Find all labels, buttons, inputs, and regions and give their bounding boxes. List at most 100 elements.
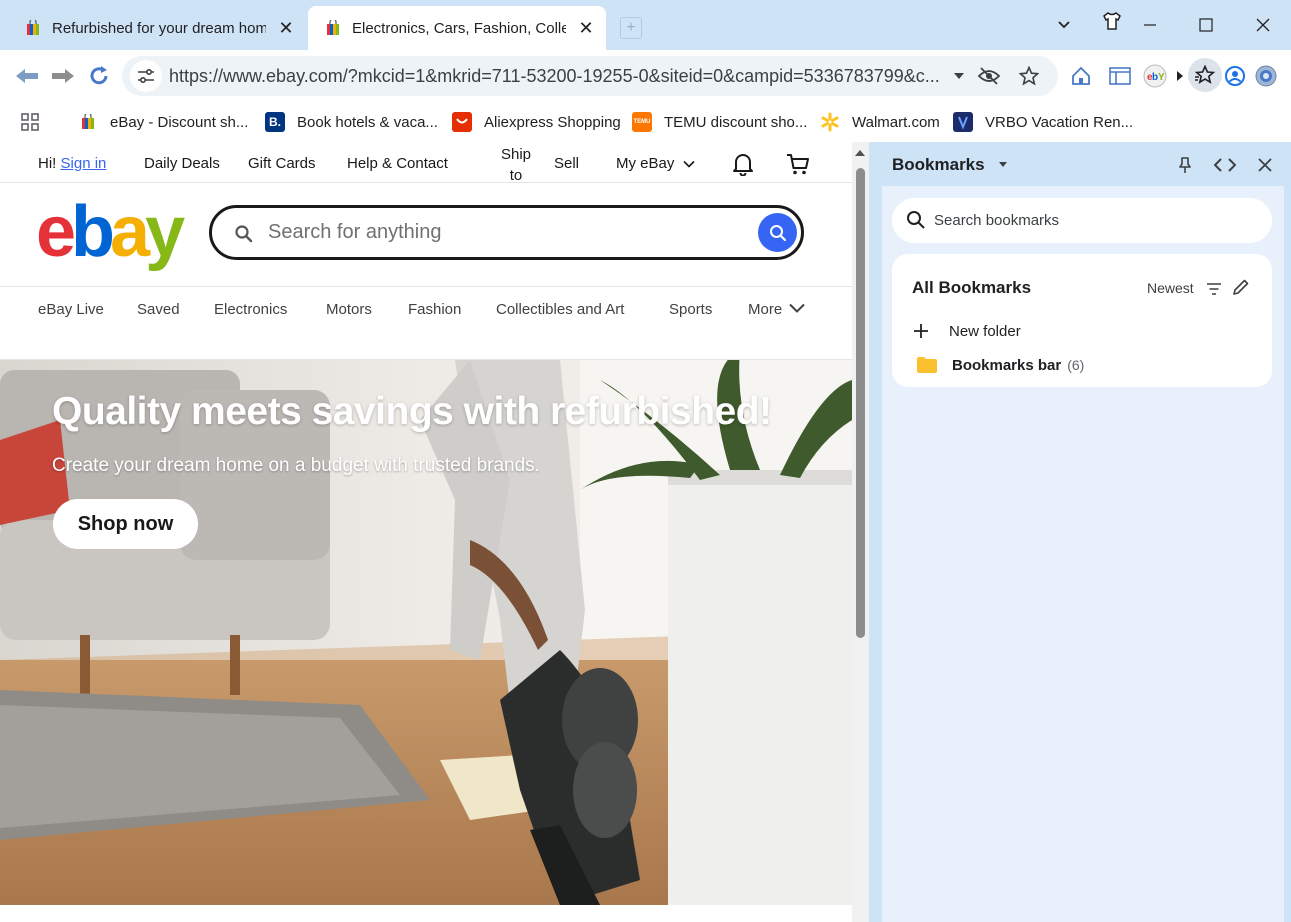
logo-letter-b: b xyxy=(71,192,115,272)
bookmark-star-icon[interactable] xyxy=(1016,64,1042,88)
sort-dropdown[interactable]: Newest xyxy=(1147,280,1222,296)
close-panel-icon[interactable] xyxy=(1252,152,1278,178)
tab-ebay-home[interactable]: Electronics, Cars, Fashion, Collect ✕ xyxy=(308,6,606,50)
bookmark-aliexpress[interactable]: Aliexpress Shopping xyxy=(452,110,621,134)
cart-icon[interactable] xyxy=(786,152,810,180)
my-ebay-menu[interactable]: My eBay xyxy=(616,155,695,172)
browser-toolbar: https://www.ebay.com/?mkcid=1&mkrid=711-… xyxy=(0,50,1291,102)
close-window-icon[interactable] xyxy=(1246,8,1280,42)
bookmark-label: Aliexpress Shopping xyxy=(484,113,621,131)
aliexpress-icon xyxy=(452,112,472,132)
page-scrollbar[interactable] xyxy=(852,142,869,922)
edit-pencil-icon[interactable] xyxy=(1232,278,1250,301)
ebay-bag-icon xyxy=(326,18,340,36)
home-icon[interactable] xyxy=(1067,62,1095,90)
ebay-bag-icon xyxy=(26,18,40,36)
bookmarks-search-input[interactable]: Search bookmarks xyxy=(892,198,1272,243)
bookmark-label: Walmart.com xyxy=(852,113,940,131)
back-arrow-icon[interactable] xyxy=(12,62,42,90)
shirt-icon[interactable] xyxy=(1095,4,1129,38)
bookmark-walmart[interactable]: Walmart.com xyxy=(820,110,940,134)
gift-cards-link[interactable]: Gift Cards xyxy=(248,155,316,172)
logo-letter-a: a xyxy=(110,192,150,272)
minimize-icon[interactable] xyxy=(1133,8,1167,42)
bookmark-label: TEMU discount sho... xyxy=(664,113,808,131)
category-more[interactable]: More xyxy=(748,301,806,318)
plus-icon xyxy=(914,324,928,338)
bookmarks-side-panel: Bookmarks Search bookmarks All Bookmarks… xyxy=(870,142,1291,922)
bell-icon[interactable] xyxy=(732,152,754,180)
reading-mode-icon[interactable] xyxy=(1106,62,1134,90)
shop-now-button[interactable]: Shop now xyxy=(53,499,198,549)
search-icon xyxy=(906,210,926,235)
site-settings-icon[interactable] xyxy=(130,60,162,92)
dropdown-arrow-icon[interactable] xyxy=(946,64,972,88)
category-fashion[interactable]: Fashion xyxy=(408,301,461,318)
settings-gear-icon[interactable] xyxy=(1252,62,1280,90)
bookmarks-panel-icon[interactable] xyxy=(1188,58,1222,92)
daily-deals-link[interactable]: Daily Deals xyxy=(144,155,220,172)
vrbo-icon xyxy=(953,112,973,132)
bookmark-ebay[interactable]: eBay - Discount sh... xyxy=(78,110,248,134)
ebay-logo[interactable]: ebay xyxy=(36,196,185,268)
bookmark-booking[interactable]: B. Book hotels & vaca... xyxy=(265,110,438,134)
apps-grid-icon[interactable] xyxy=(20,110,40,134)
bookmark-label: VRBO Vacation Ren... xyxy=(985,113,1134,131)
new-tab-button[interactable]: + xyxy=(620,17,642,39)
help-contact-link[interactable]: Help & Contact xyxy=(347,155,448,172)
forward-arrow-icon[interactable] xyxy=(48,62,78,90)
address-bar[interactable]: https://www.ebay.com/?mkcid=1&mkrid=711-… xyxy=(122,56,1058,96)
bookmarks-bar-folder[interactable]: Bookmarks bar (6) xyxy=(916,354,1084,376)
hero-banner[interactable]: Quality meets savings with refurbished! … xyxy=(0,360,852,905)
svg-text:Y: Y xyxy=(1158,72,1165,83)
chevron-down-icon xyxy=(682,160,695,168)
category-sports[interactable]: Sports xyxy=(669,301,712,318)
ship-to-line2: to xyxy=(509,167,523,184)
category-saved[interactable]: Saved xyxy=(137,301,180,318)
reload-icon[interactable] xyxy=(84,62,114,90)
pin-icon[interactable] xyxy=(1172,152,1198,178)
bookmark-label: eBay - Discount sh... xyxy=(110,113,249,131)
sell-link[interactable]: Sell xyxy=(554,155,579,172)
maximize-icon[interactable] xyxy=(1189,8,1223,42)
scrollbar-thumb[interactable] xyxy=(856,168,865,638)
tab-search-chevron-icon[interactable] xyxy=(1047,8,1081,42)
more-label: More xyxy=(748,301,783,318)
code-view-icon[interactable] xyxy=(1212,152,1238,178)
sign-in-link[interactable]: Sign in xyxy=(61,155,107,172)
ebay-top-nav: Hi! Sign in Daily Deals Gift Cards Help … xyxy=(0,142,852,186)
bookmark-temu[interactable]: TEMU TEMU discount sho... xyxy=(632,110,807,134)
panel-switcher-caret-icon[interactable] xyxy=(999,162,1007,167)
all-bookmarks-card: All Bookmarks Newest New folder Bookmark… xyxy=(892,254,1272,387)
side-panel-title[interactable]: Bookmarks xyxy=(892,155,985,175)
new-folder-button[interactable]: New folder xyxy=(914,320,1021,342)
scroll-up-arrow-icon[interactable] xyxy=(855,150,865,156)
bookmarks-search-placeholder: Search bookmarks xyxy=(934,212,1060,229)
category-ebay-live[interactable]: eBay Live xyxy=(38,301,104,318)
category-electronics[interactable]: Electronics xyxy=(214,301,287,318)
category-collectibles-art[interactable]: Collectibles and Art xyxy=(496,301,624,318)
walmart-spark-icon xyxy=(820,112,840,132)
search-button[interactable] xyxy=(758,213,797,252)
logo-letter-y: y xyxy=(145,192,185,272)
ebay-extension-icon[interactable]: ebY xyxy=(1141,62,1169,90)
url-text[interactable]: https://www.ebay.com/?mkcid=1&mkrid=711-… xyxy=(169,66,941,87)
ship-to-button[interactable]: Ship to xyxy=(500,144,532,186)
close-tab-icon[interactable]: ✕ xyxy=(576,18,596,38)
tab-refurbished[interactable]: Refurbished for your dream hom ✕ xyxy=(0,6,306,50)
category-motors[interactable]: Motors xyxy=(326,301,372,318)
extensions-arrow-icon[interactable] xyxy=(1173,62,1187,90)
greeting-text: Hi! xyxy=(38,155,57,172)
folder-name: Bookmarks bar xyxy=(952,356,1062,374)
ebay-search-input[interactable]: Search for anything xyxy=(209,205,804,260)
temu-icon: TEMU xyxy=(632,112,652,132)
profile-icon[interactable] xyxy=(1221,62,1249,90)
greeting: Hi! Sign in xyxy=(38,155,106,172)
tab-strip: Refurbished for your dream hom ✕ Electro… xyxy=(0,0,1291,50)
bookmark-vrbo[interactable]: VRBO Vacation Ren... xyxy=(953,110,1133,134)
new-folder-label: New folder xyxy=(949,322,1021,340)
search-icon xyxy=(234,224,254,249)
search-placeholder: Search for anything xyxy=(268,221,442,243)
close-tab-icon[interactable]: ✕ xyxy=(276,18,296,38)
eye-off-icon[interactable] xyxy=(976,64,1002,88)
